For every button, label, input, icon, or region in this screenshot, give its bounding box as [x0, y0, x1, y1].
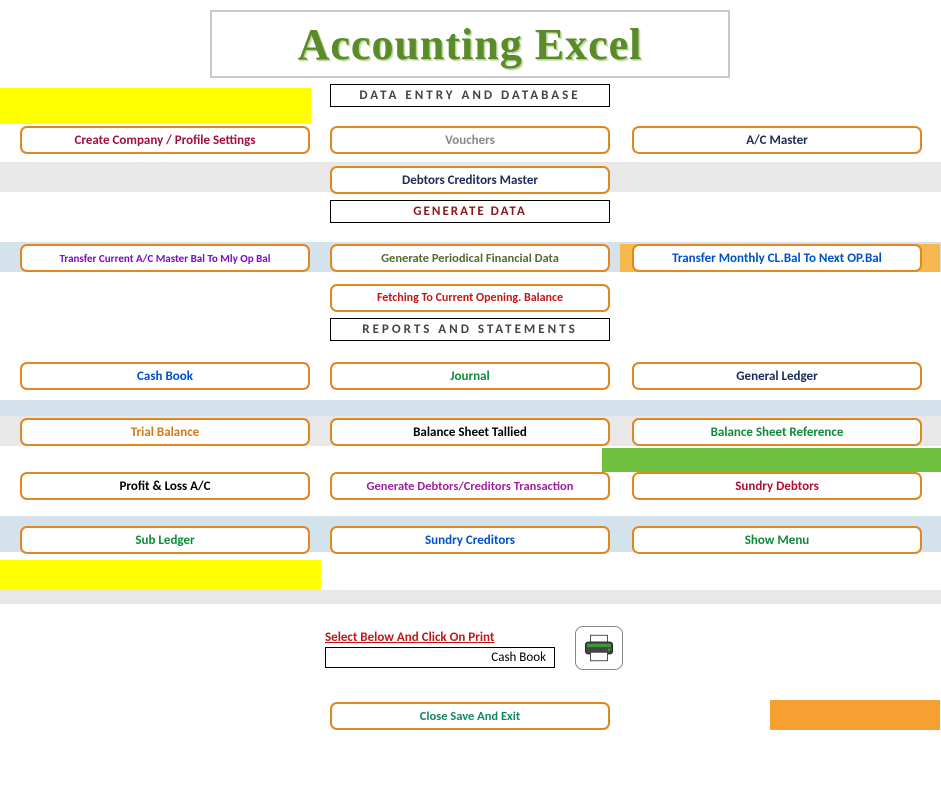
general-ledger-button[interactable]: General Ledger [632, 362, 922, 390]
app-title: Accounting Excel [298, 19, 643, 70]
section-generate-data: GENERATE DATA [330, 200, 610, 223]
sundry-debtors-button[interactable]: Sundry Debtors [632, 472, 922, 500]
transfer-ac-master-button[interactable]: Transfer Current A/C Master Bal To Mly O… [20, 244, 310, 272]
generate-periodical-button[interactable]: Generate Periodical Financial Data [330, 244, 610, 272]
app-title-box: Accounting Excel [210, 10, 730, 78]
print-select[interactable]: Cash Book [325, 647, 555, 668]
show-menu-button[interactable]: Show Menu [632, 526, 922, 554]
vouchers-button[interactable]: Vouchers [330, 126, 610, 154]
section-reports: REPORTS AND STATEMENTS [330, 318, 610, 341]
generate-debtors-creditors-button[interactable]: Generate Debtors/Creditors Transaction [330, 472, 610, 500]
transfer-monthly-button[interactable]: Transfer Monthly CL.Bal To Next OP.Bal [632, 244, 922, 272]
cash-book-button[interactable]: Cash Book [20, 362, 310, 390]
sub-ledger-button[interactable]: Sub Ledger [20, 526, 310, 554]
journal-button[interactable]: Journal [330, 362, 610, 390]
close-save-exit-button[interactable]: Close Save And Exit [330, 702, 610, 730]
fetching-opening-button[interactable]: Fetching To Current Opening. Balance [330, 284, 610, 312]
balance-sheet-reference-button[interactable]: Balance Sheet Reference [632, 418, 922, 446]
trial-balance-button[interactable]: Trial Balance [20, 418, 310, 446]
ac-master-button[interactable]: A/C Master [632, 126, 922, 154]
sundry-creditors-button[interactable]: Sundry Creditors [330, 526, 610, 554]
balance-sheet-tallied-button[interactable]: Balance Sheet Tallied [330, 418, 610, 446]
create-company-button[interactable]: Create Company / Profile Settings [20, 126, 310, 154]
debtors-creditors-master-button[interactable]: Debtors Creditors Master [330, 166, 610, 194]
printer-icon[interactable] [575, 626, 623, 670]
section-data-entry: DATA ENTRY AND DATABASE [330, 84, 610, 107]
printer-svg [582, 633, 616, 663]
profit-loss-button[interactable]: Profit & Loss A/C [20, 472, 310, 500]
